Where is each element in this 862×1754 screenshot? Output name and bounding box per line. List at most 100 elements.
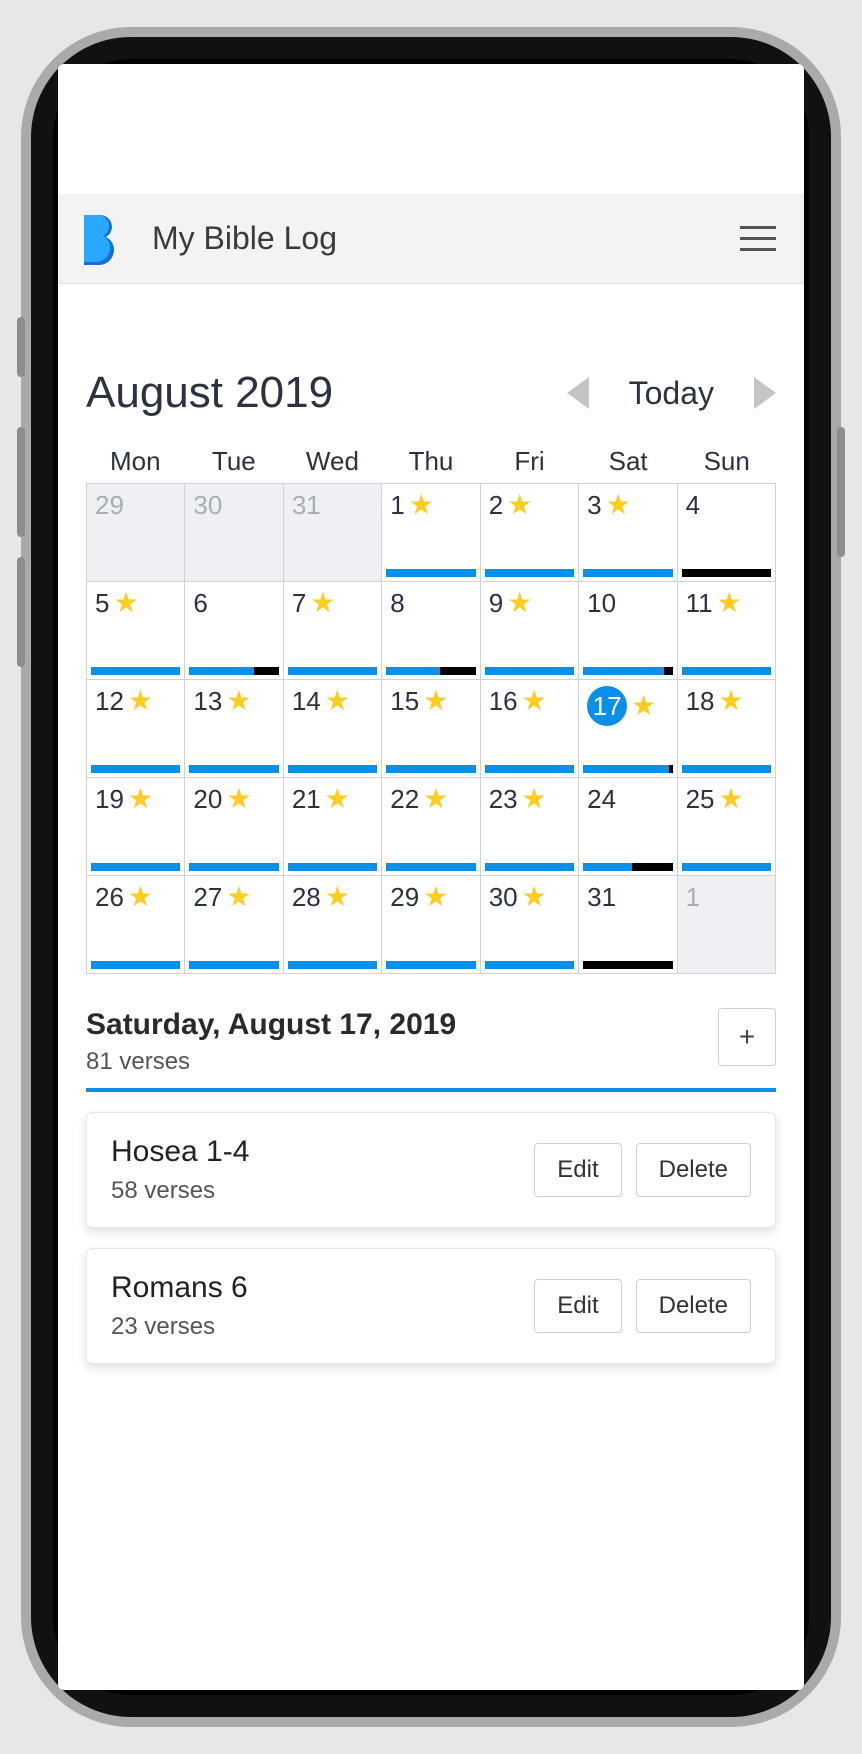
day-number: 30 [193,490,222,521]
app-title: My Bible Log [152,220,740,257]
app-logo-icon [78,213,122,265]
day-number: 29 [390,882,419,913]
calendar-day[interactable]: 5★ [87,582,185,680]
star-icon: ★ [226,783,251,814]
calendar-day[interactable]: 16★ [481,680,579,778]
day-number: 10 [587,588,616,619]
day-number: 25 [686,784,715,815]
star-icon: ★ [718,685,743,716]
star-icon: ★ [507,587,532,618]
calendar-day[interactable]: 19★ [87,778,185,876]
detail-divider [86,1088,776,1092]
star-icon: ★ [409,489,434,520]
calendar-day[interactable]: 31 [579,876,677,974]
calendar-day[interactable]: 6 [185,582,283,680]
reading-entry: Hosea 1-458 versesEditDelete [86,1112,776,1228]
edit-button[interactable]: Edit [534,1279,621,1333]
month-nav: August 2019 Today [86,368,776,418]
weekday-label: Fri [480,446,579,477]
delete-button[interactable]: Delete [636,1143,751,1197]
calendar-day[interactable]: 20★ [185,778,283,876]
star-icon: ★ [128,881,153,912]
day-progress [583,667,672,675]
calendar-day[interactable]: 21★ [284,778,382,876]
prev-month-icon[interactable] [567,377,589,409]
menu-icon[interactable] [740,226,776,251]
day-number: 13 [193,686,222,717]
day-progress [485,765,574,773]
weekday-label: Mon [86,446,185,477]
calendar-day[interactable]: 27★ [185,876,283,974]
star-icon: ★ [325,685,350,716]
calendar-day: 29 [87,484,185,582]
star-icon: ★ [325,783,350,814]
add-entry-button[interactable]: + [718,1008,776,1066]
calendar-day[interactable]: 30★ [481,876,579,974]
calendar-day[interactable]: 15★ [382,680,480,778]
star-icon: ★ [226,881,251,912]
day-number: 3 [587,490,601,521]
calendar-day[interactable]: 7★ [284,582,382,680]
day-number: 2 [489,490,503,521]
calendar-day[interactable]: 3★ [579,484,677,582]
day-progress [386,863,475,871]
today-button[interactable]: Today [615,375,728,412]
calendar-day[interactable]: 28★ [284,876,382,974]
calendar-day[interactable]: 14★ [284,680,382,778]
day-progress [682,765,771,773]
weekday-header: MonTueWedThuFriSatSun [86,446,776,477]
calendar-day[interactable]: 22★ [382,778,480,876]
calendar-day[interactable]: 12★ [87,680,185,778]
day-number: 31 [587,882,616,913]
day-progress [189,863,278,871]
day-progress [91,667,180,675]
calendar-day[interactable]: 11★ [678,582,776,680]
day-progress [485,667,574,675]
calendar-day[interactable]: 23★ [481,778,579,876]
calendar-day[interactable]: 1★ [382,484,480,582]
weekday-label: Thu [382,446,481,477]
calendar-day[interactable]: 9★ [481,582,579,680]
star-icon: ★ [522,685,547,716]
calendar-day[interactable]: 17★ [579,680,677,778]
day-progress [583,765,672,773]
calendar-day[interactable]: 13★ [185,680,283,778]
day-progress [386,765,475,773]
delete-button[interactable]: Delete [636,1279,751,1333]
day-progress [288,667,377,675]
calendar-day[interactable]: 24 [579,778,677,876]
day-progress [189,961,278,969]
next-month-icon[interactable] [754,377,776,409]
day-number: 24 [587,784,616,815]
day-progress [682,863,771,871]
day-progress [386,569,475,577]
day-number: 31 [292,490,321,521]
day-number: 21 [292,784,321,815]
day-number: 7 [292,588,306,619]
star-icon: ★ [113,587,138,618]
calendar-day[interactable]: 18★ [678,680,776,778]
star-icon: ★ [310,587,335,618]
calendar-day[interactable]: 29★ [382,876,480,974]
star-icon: ★ [325,881,350,912]
day-number: 11 [686,588,713,619]
calendar-day[interactable]: 4 [678,484,776,582]
calendar-day[interactable]: 10 [579,582,677,680]
day-progress [91,961,180,969]
star-icon: ★ [423,685,448,716]
calendar-day[interactable]: 8 [382,582,480,680]
calendar-day[interactable]: 26★ [87,876,185,974]
reading-entry: Romans 623 versesEditDelete [86,1248,776,1364]
phone-frame: My Bible Log August 2019 Today [21,27,841,1727]
calendar-day[interactable]: 2★ [481,484,579,582]
edit-button[interactable]: Edit [534,1143,621,1197]
star-icon: ★ [522,881,547,912]
day-number: 19 [95,784,124,815]
calendar-day[interactable]: 25★ [678,778,776,876]
selected-date: Saturday, August 17, 2019 [86,1008,718,1042]
day-number: 20 [193,784,222,815]
day-number: 30 [489,882,518,913]
day-progress [583,569,672,577]
phone-mute-switch [17,317,25,377]
calendar-grid: 2930311★2★3★45★67★89★1011★12★13★14★15★16… [86,483,776,974]
